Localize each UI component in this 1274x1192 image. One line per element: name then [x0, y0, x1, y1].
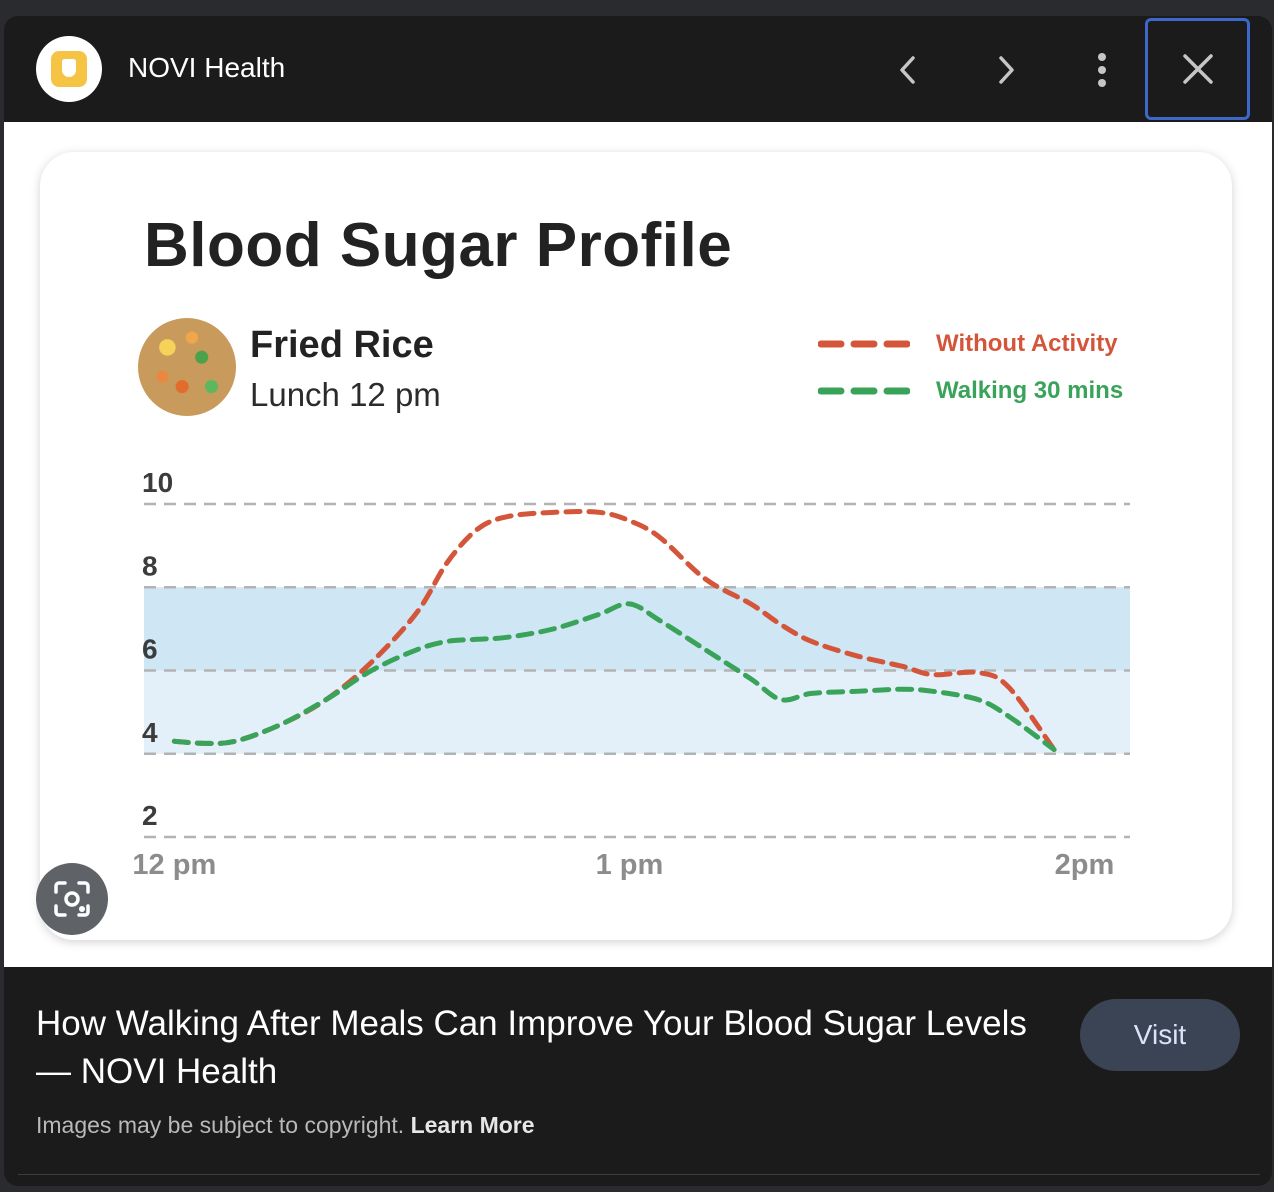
visual-search-button[interactable] — [36, 863, 108, 935]
chevron-right-icon — [999, 56, 1014, 84]
next-button[interactable] — [974, 38, 1038, 102]
previous-button[interactable] — [876, 38, 940, 102]
y-tick-label: 8 — [142, 550, 158, 581]
copyright-notice: Images may be subject to copyright. Lear… — [36, 1112, 535, 1139]
site-name[interactable]: NOVI Health — [128, 52, 285, 84]
target-range-band-upper — [144, 587, 1130, 671]
close-button[interactable] — [1145, 18, 1250, 120]
close-icon — [1182, 54, 1213, 84]
preview-image[interactable]: Blood Sugar Profile Fried Rice Lunch 12 … — [4, 122, 1272, 967]
y-tick-label: 4 — [142, 717, 158, 748]
divider — [18, 1174, 1260, 1175]
blood-sugar-chart: 10 8 6 4 2 12 pm 1 pm 2pm — [132, 467, 1130, 881]
visit-button[interactable]: Visit — [1080, 999, 1240, 1071]
copyright-text: Images may be subject to copyright. — [36, 1112, 405, 1138]
y-tick-label: 2 — [142, 800, 158, 831]
image-viewer-panel: NOVI Health Blood Sugar Profile Fried Ri… — [4, 16, 1272, 1186]
more-options-button[interactable] — [1070, 38, 1134, 102]
site-logo-icon[interactable] — [36, 36, 102, 102]
learn-more-link[interactable]: Learn More — [411, 1112, 535, 1138]
x-tick-label: 1 pm — [596, 849, 664, 881]
chart-card: Blood Sugar Profile Fried Rice Lunch 12 … — [40, 152, 1232, 940]
y-tick-label: 6 — [142, 634, 158, 665]
x-tick-label: 12 pm — [132, 849, 216, 881]
viewer-header: NOVI Health — [4, 16, 1272, 122]
image-title-link[interactable]: How Walking After Meals Can Improve Your… — [36, 1000, 1066, 1096]
more-vert-icon — [1098, 53, 1106, 87]
chevron-left-icon — [900, 56, 915, 84]
y-tick-label: 10 — [142, 467, 173, 498]
target-range-band-lower — [144, 670, 1130, 754]
x-tick-label: 2pm — [1055, 849, 1115, 881]
lens-icon — [54, 881, 90, 917]
